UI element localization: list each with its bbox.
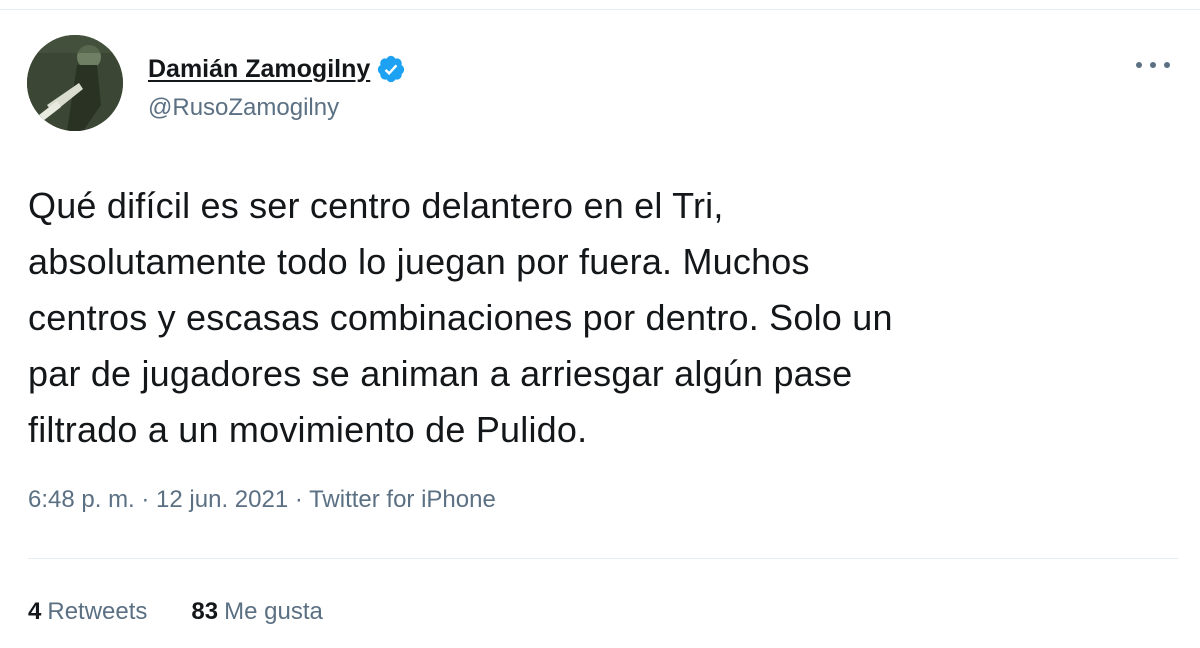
tweet-stats: 4 Retweets 83 Me gusta: [28, 598, 323, 626]
tweet-timestamp[interactable]: 6:48 p. m. · 12 jun. 2021 · Twitter for …: [28, 486, 496, 514]
likes-count: 83: [191, 598, 219, 625]
more-dot: [1150, 62, 1156, 68]
likes-stat[interactable]: 83 Me gusta: [191, 598, 322, 626]
avatar-image: [27, 35, 123, 131]
avatar[interactable]: [27, 35, 123, 131]
divider: [28, 558, 1178, 559]
tweet-card: Damián Zamogilny @RusoZamogilny Qué difí…: [0, 10, 1200, 648]
verified-badge-icon: [376, 54, 406, 84]
author-name-text[interactable]: Damián Zamogilny: [148, 55, 370, 84]
top-border: [0, 0, 1200, 10]
author-name[interactable]: Damián Zamogilny: [148, 54, 406, 84]
likes-label: Me gusta: [224, 598, 323, 625]
more-dot: [1136, 62, 1142, 68]
retweets-count: 4: [28, 598, 42, 625]
author-handle[interactable]: @RusoZamogilny: [148, 94, 339, 122]
more-dot: [1164, 62, 1170, 68]
tweet-text: Qué difícil es ser centro delantero en e…: [28, 185, 893, 450]
more-options-icon[interactable]: [1136, 58, 1170, 72]
retweets-label: Retweets: [47, 598, 148, 625]
retweets-stat[interactable]: 4 Retweets: [28, 598, 147, 626]
